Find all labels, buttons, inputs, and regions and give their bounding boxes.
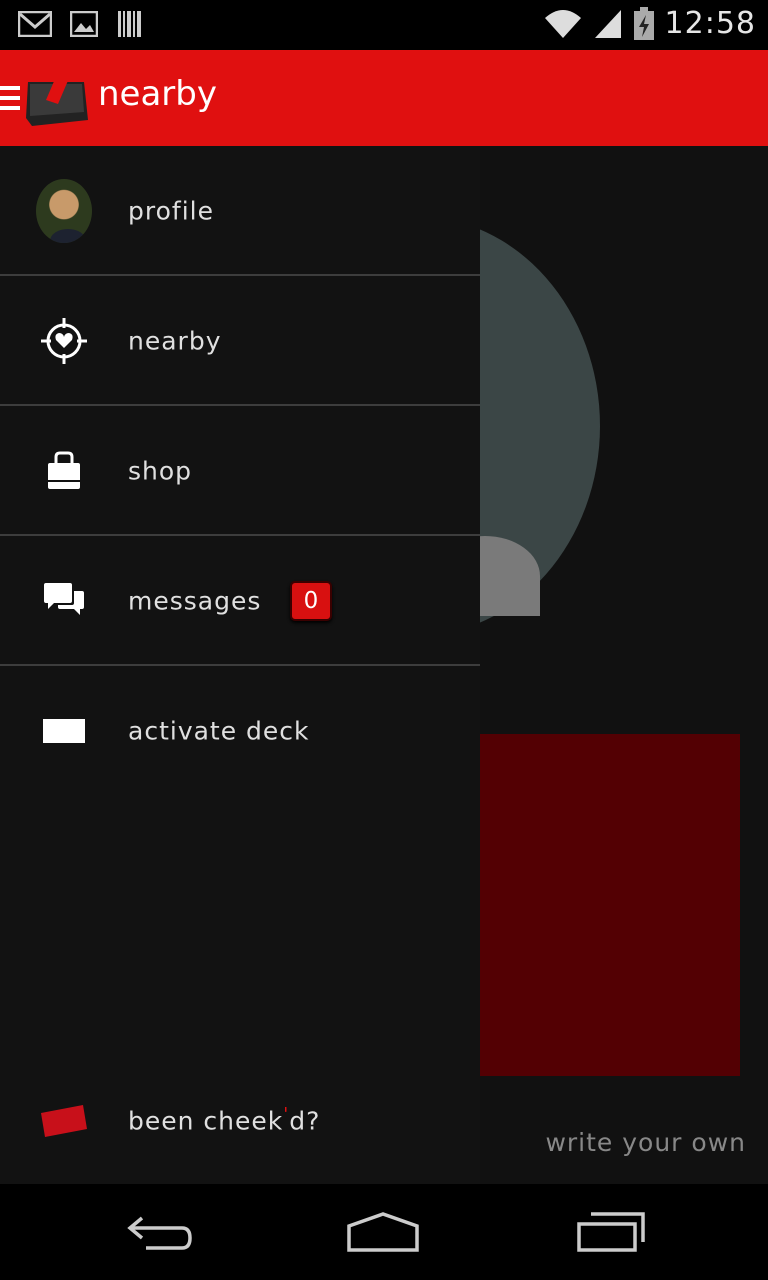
wifi-icon bbox=[544, 9, 581, 38]
status-bar: 12:58 bbox=[0, 0, 768, 50]
drawer-item-nearby[interactable]: nearby bbox=[0, 276, 480, 406]
card-icon bbox=[36, 703, 92, 759]
barcode-icon bbox=[118, 11, 141, 37]
drawer-footer-been-cheekd[interactable]: been cheek'd? bbox=[0, 1056, 480, 1184]
drawer-item-label: shop bbox=[128, 456, 193, 486]
drawer-item-label: nearby bbox=[128, 326, 222, 356]
clock: 12:58 bbox=[664, 6, 756, 41]
write-your-own-link[interactable]: write your own bbox=[545, 1128, 746, 1157]
notification-icons bbox=[18, 10, 144, 38]
crosshair-heart-icon bbox=[36, 313, 92, 369]
signal-icon bbox=[594, 9, 621, 38]
page-title: nearby bbox=[98, 74, 217, 114]
unread-count-badge: 0 bbox=[290, 581, 332, 621]
system-nav-bar bbox=[0, 1184, 768, 1280]
drawer-item-activate-deck[interactable]: activate deck bbox=[0, 666, 480, 796]
recent-apps-button[interactable] bbox=[566, 1206, 656, 1258]
chat-bubbles-icon bbox=[36, 573, 92, 629]
recent-apps-icon bbox=[577, 1212, 645, 1252]
gallery-icon bbox=[70, 11, 98, 37]
shopping-bag-icon bbox=[36, 443, 92, 499]
red-card-icon bbox=[36, 1093, 92, 1149]
drawer-footer-label: been cheek'd? bbox=[128, 1104, 321, 1136]
battery-charging-icon bbox=[633, 6, 654, 40]
system-status: 12:58 bbox=[543, 6, 756, 41]
drawer-item-label: activate deck bbox=[128, 716, 310, 746]
navigation-drawer: profile nearby shop messages 0 activate … bbox=[0, 146, 480, 1184]
gmail-icon bbox=[18, 11, 52, 37]
background-card bbox=[470, 734, 740, 1076]
back-icon bbox=[127, 1216, 192, 1250]
back-button[interactable] bbox=[114, 1206, 204, 1258]
app-bar: nearby bbox=[0, 50, 768, 146]
drawer-item-shop[interactable]: shop bbox=[0, 406, 480, 536]
home-icon bbox=[347, 1212, 419, 1252]
menu-icon[interactable] bbox=[0, 86, 20, 110]
drawer-item-label: messages bbox=[128, 586, 262, 616]
main-content: write your own profile nearby shop messa… bbox=[0, 146, 768, 1184]
drawer-item-messages[interactable]: messages 0 bbox=[0, 536, 480, 666]
drawer-item-label: profile bbox=[128, 196, 214, 226]
app-logo-icon[interactable] bbox=[24, 70, 88, 128]
avatar bbox=[36, 179, 92, 243]
drawer-item-profile[interactable]: profile bbox=[0, 146, 480, 276]
home-button[interactable] bbox=[338, 1206, 428, 1258]
